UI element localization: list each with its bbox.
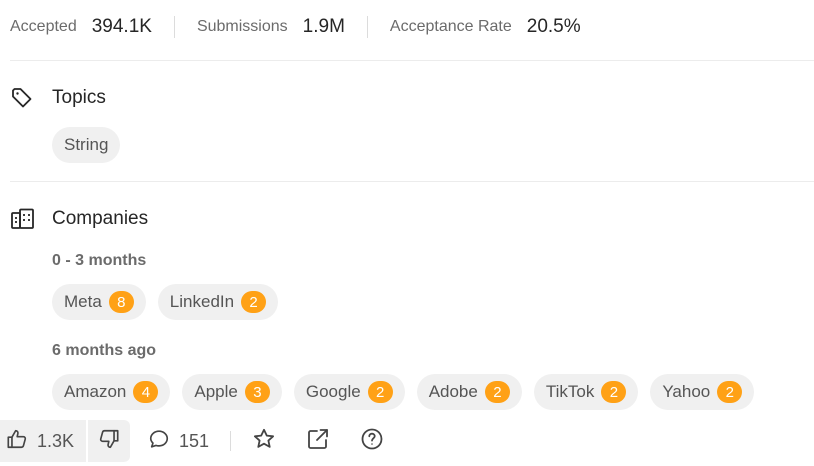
chip-label: Amazon [64,382,127,401]
section-divider [10,181,814,182]
count-badge: 2 [241,291,267,313]
company-chip-adobe[interactable]: Adobe 2 [416,374,522,410]
count-badge: 2 [601,381,627,403]
topics-header[interactable]: Topics [10,86,106,110]
divider [230,431,232,451]
thumbs-down-icon [98,428,120,455]
topic-chip[interactable]: String [52,127,121,163]
count-badge: 3 [244,381,270,403]
share-button[interactable] [306,427,330,456]
favorite-button[interactable] [252,427,276,456]
dislike-button[interactable] [88,420,131,462]
help-button[interactable] [360,427,384,456]
chip-label: Adobe [428,382,478,401]
stat-value: 1.9M [302,16,345,37]
section-title: Companies [52,208,149,229]
company-chip-meta[interactable]: Meta 8 [52,284,146,320]
tag-icon [10,86,40,110]
count-badge: 2 [367,381,393,403]
stat-label: Acceptance Rate [389,18,512,35]
stat-label: Submissions [196,18,288,35]
section-divider [10,60,814,61]
question-icon [360,427,384,456]
star-icon [252,427,276,456]
count-badge: 4 [133,381,159,403]
stats-row: Accepted 394.1K Submissions 1.9M Accepta… [10,12,581,42]
comments-button[interactable]: 151 [148,428,209,455]
period-label: 6 months ago [52,342,157,359]
stat-value: 20.5% [526,16,581,37]
comment-count: 151 [179,430,210,451]
topic-chips: String [52,127,132,163]
stat-submissions: Submissions 1.9M [197,12,345,42]
section-title: Topics [52,87,106,108]
period-label: 0 - 3 months [52,252,147,269]
stat-value: 394.1K [91,16,152,37]
chip-label: Google [305,382,361,401]
companies-header[interactable]: Companies [10,207,148,231]
divider [173,16,175,38]
chip-label: Yahoo [662,382,711,401]
company-chip-linkedin[interactable]: LinkedIn 2 [157,284,279,320]
like-button[interactable]: 1.3K [0,420,87,462]
count-badge: 8 [108,291,134,313]
building-icon [10,207,40,231]
chip-label: TikTok [545,382,595,401]
external-link-icon [306,427,330,456]
divider [366,16,368,38]
thumbs-up-icon [6,428,28,455]
stat-accepted: Accepted 394.1K [10,12,152,42]
company-chip-tiktok[interactable]: TikTok 2 [533,374,639,410]
company-chip-amazon[interactable]: Amazon 4 [52,374,171,410]
action-bar: 1.3K 151 [0,420,384,462]
like-count: 1.3K [37,430,75,451]
company-chips: Meta 8 LinkedIn 2 [52,284,290,320]
chip-label: Apple [194,382,238,401]
stat-label: Accepted [10,18,77,35]
comment-icon [148,428,170,455]
company-chip-apple[interactable]: Apple 3 [182,374,282,410]
count-badge: 2 [484,381,510,403]
count-badge: 2 [717,381,743,403]
company-chip-google[interactable]: Google 2 [293,374,405,410]
chip-label: Meta [64,292,102,311]
company-chip-yahoo[interactable]: Yahoo 2 [650,374,755,410]
chip-label: String [64,135,109,154]
stat-acceptance-rate: Acceptance Rate 20.5% [390,12,581,42]
company-chips: Amazon 4 Apple 3 Google 2 Adobe 2 TikTok… [52,374,766,410]
chip-label: LinkedIn [169,292,235,311]
